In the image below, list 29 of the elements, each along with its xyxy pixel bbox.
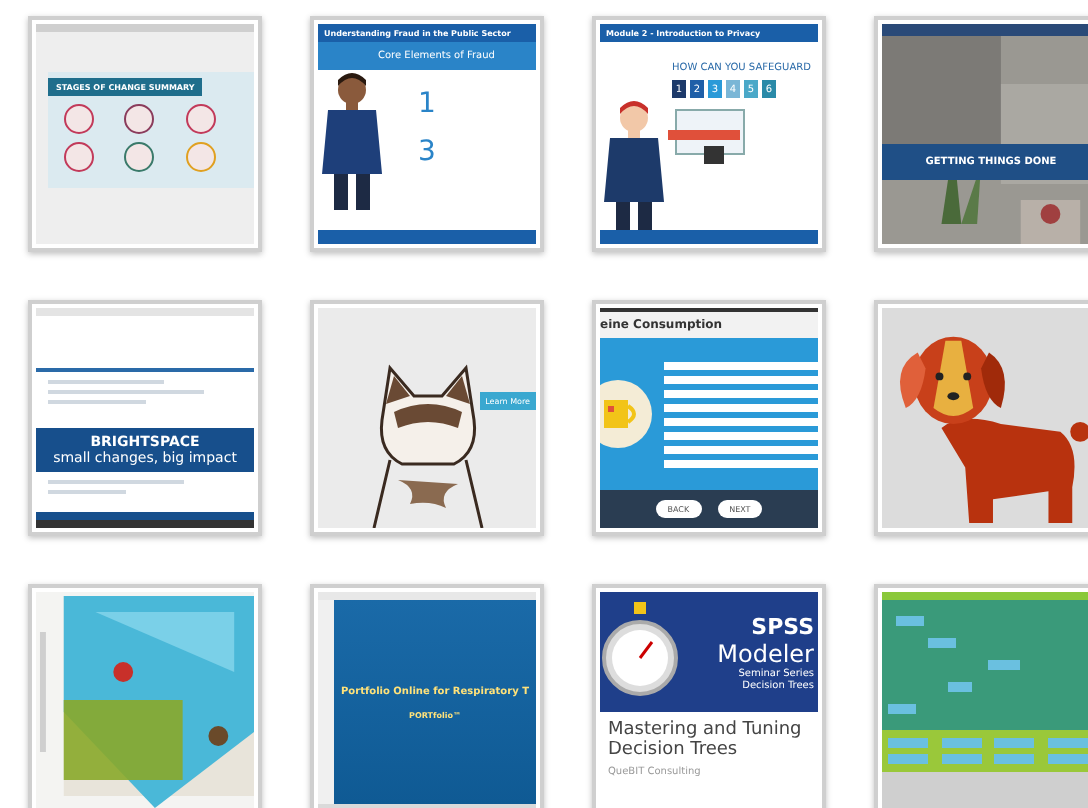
- banner-text: Modeler: [717, 639, 814, 667]
- avatar-icon: [185, 142, 216, 172]
- avatar-icon: [124, 104, 155, 134]
- number-text: 3: [418, 138, 436, 166]
- thumbnail-card[interactable]: [874, 584, 1088, 808]
- blank-field[interactable]: [948, 682, 972, 692]
- answer-tile[interactable]: [1047, 738, 1087, 748]
- answer-tile[interactable]: [1047, 754, 1087, 764]
- mug-icon: [600, 380, 652, 448]
- blank-field[interactable]: [928, 638, 956, 648]
- number-text: 1: [418, 90, 436, 118]
- answer-tile[interactable]: [941, 738, 981, 748]
- blank-field[interactable]: [896, 616, 924, 626]
- banner-text: SPSS: [751, 613, 814, 639]
- answer-tile[interactable]: [888, 738, 928, 748]
- browser-lock-icon: [668, 106, 748, 170]
- answer-tile[interactable]: [994, 738, 1034, 748]
- answer-tile[interactable]: [888, 754, 928, 764]
- avatar-icon: [64, 104, 94, 134]
- avatar-icon: [185, 104, 216, 134]
- course-title: Mastering and Tuning Decision Trees: [606, 718, 804, 762]
- avatar-icon: [64, 142, 94, 172]
- blank-field[interactable]: [888, 704, 916, 714]
- stopwatch-icon: [600, 602, 680, 702]
- avatar-icon: [124, 142, 155, 172]
- person-figure: [318, 70, 386, 210]
- blank-field[interactable]: [988, 660, 1020, 670]
- answer-tile[interactable]: [994, 754, 1034, 764]
- answer-tile[interactable]: [941, 754, 981, 764]
